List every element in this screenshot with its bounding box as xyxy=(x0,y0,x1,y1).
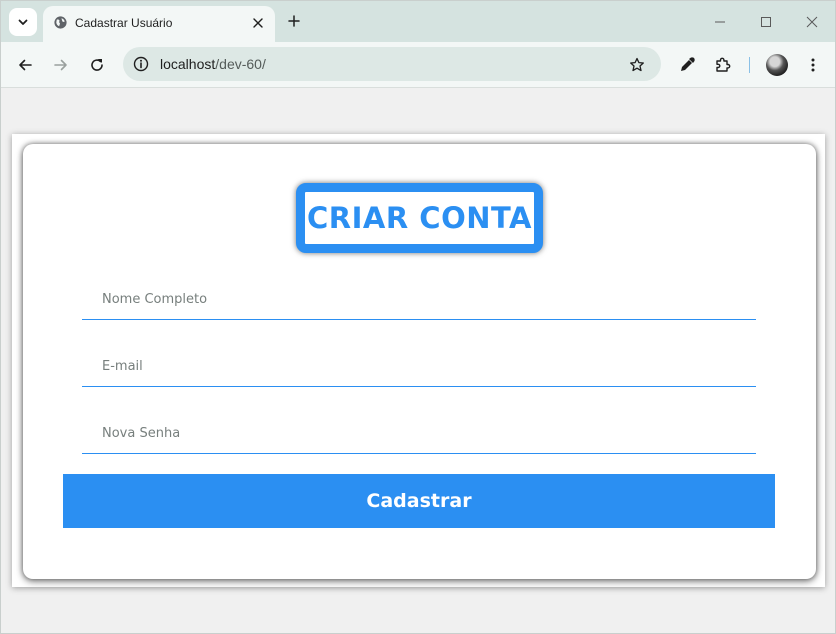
tab-search-button[interactable] xyxy=(9,8,37,36)
minimize-icon xyxy=(715,21,725,23)
profile-avatar[interactable] xyxy=(766,54,788,76)
bookmark-button[interactable] xyxy=(627,55,647,75)
reload-icon xyxy=(91,59,103,71)
tab-title: Cadastrar Usuário xyxy=(75,16,173,30)
star-icon xyxy=(630,57,644,72)
forward-button[interactable] xyxy=(48,52,74,78)
extensions-button[interactable] xyxy=(711,53,735,77)
register-button[interactable]: Cadastrar xyxy=(63,474,775,528)
url-host: localhost xyxy=(160,56,216,72)
maximize-button[interactable] xyxy=(753,9,779,35)
tab-strip: Cadastrar Usuário xyxy=(1,1,835,42)
page-title: CRIAR CONTA xyxy=(307,201,532,235)
site-info-button[interactable] xyxy=(131,54,151,74)
close-tab-button[interactable] xyxy=(249,14,267,32)
arrow-right-icon xyxy=(54,59,67,71)
maximize-icon xyxy=(761,17,771,27)
url-path: /dev-60/ xyxy=(215,56,266,72)
menu-button[interactable] xyxy=(801,53,825,77)
page-title-box: CRIAR CONTA xyxy=(296,183,543,253)
reload-button[interactable] xyxy=(84,52,110,78)
globe-icon xyxy=(54,16,67,29)
info-icon xyxy=(133,56,149,72)
url-text: localhost/dev-60/ xyxy=(160,56,266,72)
browser-toolbar: localhost/dev-60/ xyxy=(1,42,835,88)
eyedropper-icon xyxy=(681,57,695,71)
browser-window: Cadastrar Usuário localhost/dev-60/ CRIA… xyxy=(0,0,836,634)
email-field xyxy=(82,347,756,387)
minimize-button[interactable] xyxy=(707,9,733,35)
new-tab-button[interactable] xyxy=(283,10,305,32)
full-name-field xyxy=(82,280,756,320)
puzzle-icon xyxy=(716,57,731,72)
address-bar[interactable]: localhost/dev-60/ xyxy=(123,47,661,81)
arrow-left-icon xyxy=(19,59,32,71)
back-button[interactable] xyxy=(12,52,38,78)
email-input[interactable] xyxy=(82,347,756,386)
eyedropper-button[interactable] xyxy=(675,53,699,77)
more-vertical-icon xyxy=(811,58,815,72)
close-icon xyxy=(253,18,263,28)
full-name-input[interactable] xyxy=(82,280,756,319)
page-viewport: CRIAR CONTA Cadastrar xyxy=(1,89,835,633)
close-window-button[interactable] xyxy=(799,9,825,35)
password-input[interactable] xyxy=(82,414,756,453)
signup-card: CRIAR CONTA Cadastrar xyxy=(23,144,816,579)
password-field xyxy=(82,414,756,454)
toolbar-separator xyxy=(749,57,750,73)
close-icon xyxy=(806,16,818,28)
plus-icon xyxy=(288,15,300,27)
browser-tab[interactable]: Cadastrar Usuário xyxy=(43,6,275,42)
form-container: CRIAR CONTA Cadastrar xyxy=(12,134,825,587)
chevron-down-icon xyxy=(18,19,28,25)
